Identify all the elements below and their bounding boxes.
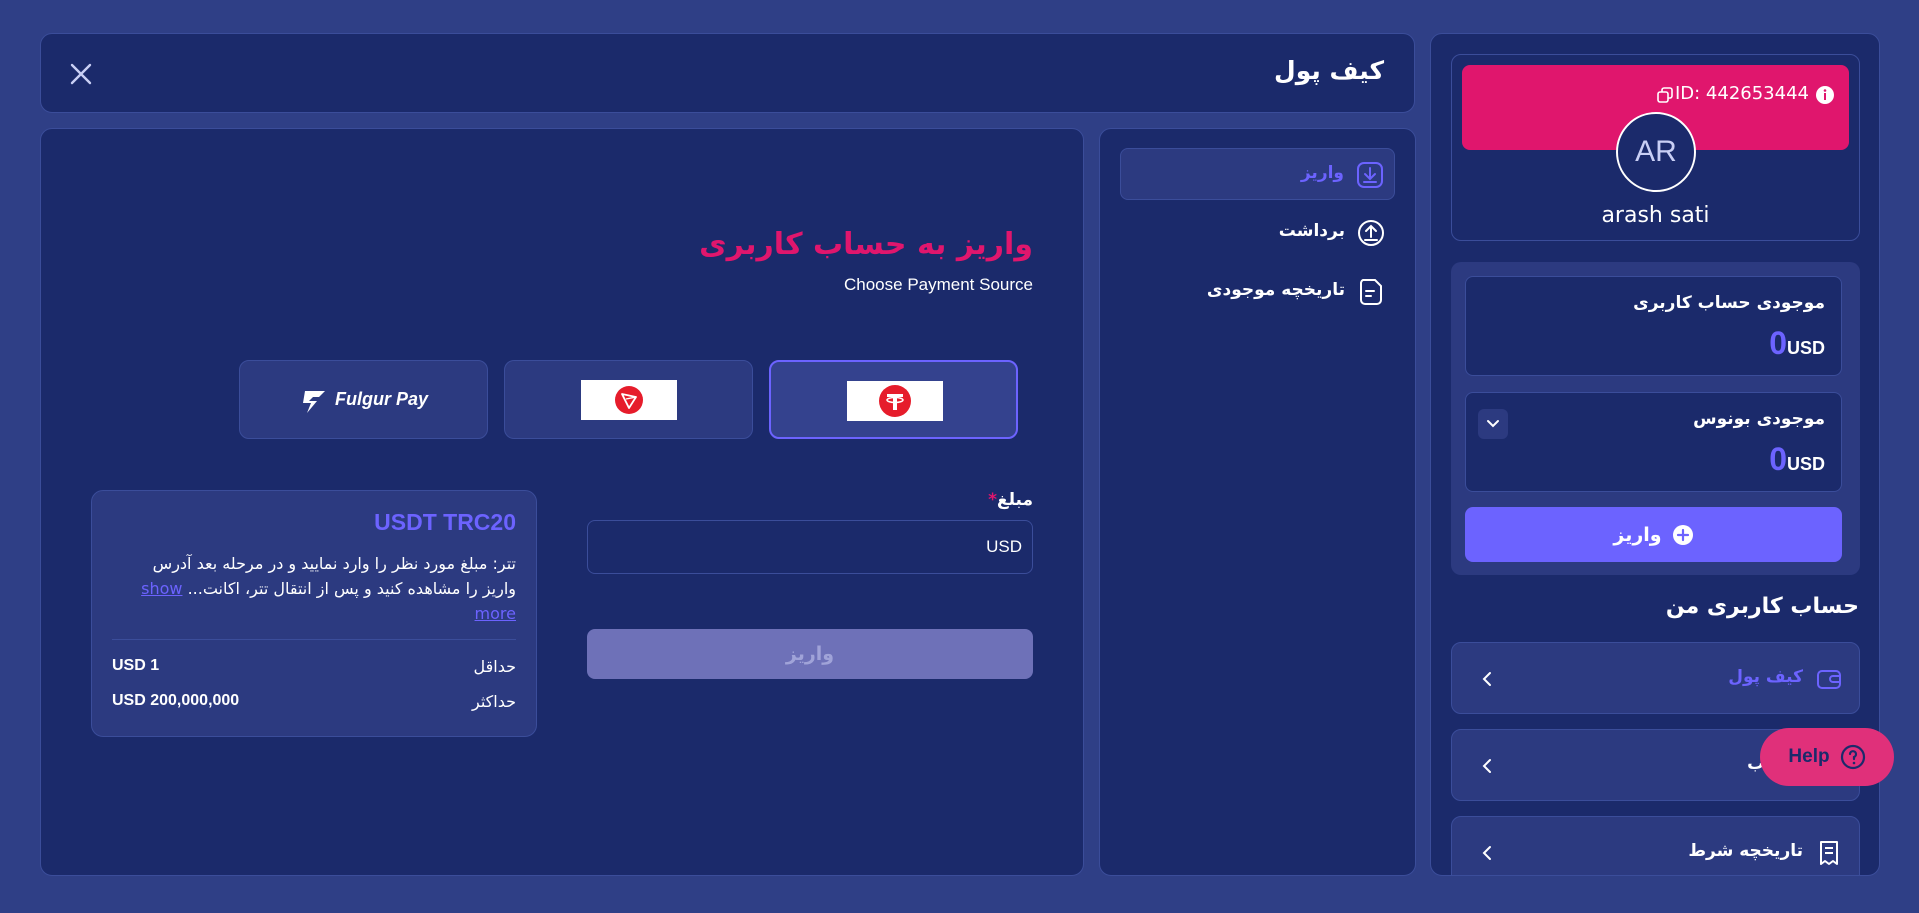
account-balance-label: موجودی حساب کاربری: [1633, 293, 1825, 313]
account-item-bet-history[interactable]: تاریخچه شرط: [1451, 816, 1860, 875]
divider: [112, 639, 516, 640]
deposit-submit-button[interactable]: واریز: [587, 629, 1033, 679]
menu-item-withdraw[interactable]: برداشت: [1120, 207, 1395, 259]
receipt-icon: [1815, 839, 1843, 867]
amount-input[interactable]: USD: [587, 520, 1033, 574]
min-row: حداقل USD 1: [112, 657, 516, 681]
avatar: AR: [1616, 112, 1696, 192]
wallet-menu: واریز برداشت تاریخچه موجودی: [1099, 128, 1416, 876]
amount-currency: USD: [986, 537, 1022, 556]
account-item-wallet[interactable]: کیف پول: [1451, 642, 1860, 714]
fulgur-pay-icon: Fulgur Pay: [240, 361, 487, 438]
user-id: ID: 442653444: [1674, 83, 1809, 104]
page-title: کیف پول: [1274, 56, 1384, 85]
download-icon: [1356, 161, 1384, 189]
chevron-left-icon: [1480, 845, 1494, 861]
payment-method-title: USDT TRC20: [374, 509, 516, 535]
sidebar-deposit-button[interactable]: واریز: [1465, 507, 1842, 562]
amount-label: مبلغ*: [988, 490, 1033, 510]
my-account-title: حساب کاربری من: [1665, 594, 1859, 619]
account-balance-amount: 0USD: [1769, 325, 1825, 361]
required-mark: *: [988, 490, 997, 510]
chevron-left-icon: [1480, 671, 1494, 687]
menu-item-label: تاریخچه موجودی: [1206, 280, 1345, 300]
balance-box: موجودی حساب کاربری 0USD موجودی بونوس 0US…: [1451, 262, 1860, 575]
bonus-balance-card: موجودی بونوس 0USD: [1465, 392, 1842, 492]
source-fulgur-pay[interactable]: Fulgur Pay: [239, 360, 488, 439]
wallet-icon: [1815, 665, 1843, 693]
min-value: USD 1: [112, 657, 160, 674]
bonus-balance-amount: 0USD: [1769, 441, 1825, 477]
menu-item-balance-history[interactable]: تاریخچه موجودی: [1120, 266, 1395, 318]
tron-icon: [581, 380, 677, 420]
close-icon[interactable]: [67, 60, 95, 88]
document-icon: [1357, 278, 1385, 306]
source-tether[interactable]: [769, 360, 1018, 439]
menu-item-label: برداشت: [1278, 221, 1345, 241]
fulgur-pay-label: Fulgur Pay: [334, 389, 428, 409]
menu-item-deposit[interactable]: واریز: [1120, 148, 1395, 200]
payment-info-card: USDT TRC20 تتر: مبلغ مورد نظر را وارد نم…: [91, 490, 537, 737]
tether-icon: [847, 381, 943, 421]
copy-icon[interactable]: [1656, 86, 1674, 104]
deposit-panel: واریز به حساب کاربری Choose Payment Sour…: [40, 128, 1084, 876]
chevron-left-icon: [1480, 758, 1494, 774]
upload-icon: [1357, 219, 1385, 247]
help-icon: [1840, 744, 1865, 770]
help-button[interactable]: Help: [1760, 728, 1894, 786]
bonus-balance-label: موجودی بونوس: [1693, 409, 1825, 429]
profile-card: ID: 442653444 AR arash sati: [1451, 54, 1860, 241]
wallet-header: کیف پول: [40, 33, 1415, 113]
source-tron[interactable]: [504, 360, 753, 439]
max-label: حداکثر: [471, 692, 516, 711]
deposit-subtitle: Choose Payment Source: [844, 275, 1033, 294]
payment-description: تتر: مبلغ مورد نظر را وارد نمایید و در م…: [141, 554, 516, 623]
max-value: USD 200,000,000: [112, 692, 240, 709]
sidebar-deposit-label: واریز: [1613, 523, 1662, 546]
max-row: حداکثر USD 200,000,000: [112, 692, 516, 716]
min-label: حداقل: [473, 657, 517, 676]
account-item-label: تاریخچه شرط: [1688, 841, 1803, 861]
account-balance-card: موجودی حساب کاربری 0USD: [1465, 276, 1842, 376]
help-label: Help: [1788, 746, 1830, 767]
plus-circle-icon: [1672, 524, 1693, 545]
deposit-title: واریز به حساب کاربری: [699, 227, 1033, 262]
username: arash sati: [1601, 203, 1710, 228]
info-icon[interactable]: [1815, 85, 1835, 105]
menu-item-label: واریز: [1300, 163, 1344, 183]
chevron-down-icon[interactable]: [1478, 409, 1508, 439]
account-item-label: کیف پول: [1728, 667, 1803, 687]
